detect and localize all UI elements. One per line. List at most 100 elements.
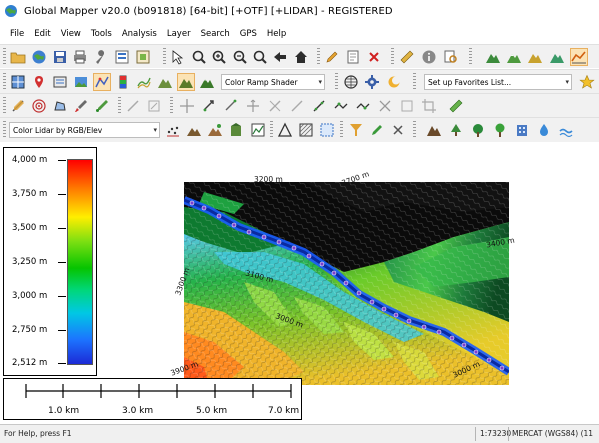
terrain-hillshade-button[interactable] <box>156 73 174 91</box>
search-button[interactable] <box>442 48 460 66</box>
align-tool-button[interactable] <box>398 97 416 115</box>
elevation-legend[interactable]: 4,000 m 3,750 m 3,500 m 3,250 m 3,000 m … <box>3 147 97 376</box>
toolbar-grip[interactable] <box>317 48 320 66</box>
toolbar-grip[interactable] <box>163 48 166 66</box>
shader-toggle-button[interactable] <box>177 73 195 91</box>
vertex-add-button[interactable] <box>332 97 350 115</box>
edit-attributes-button[interactable] <box>344 48 362 66</box>
day-night-button[interactable] <box>385 73 403 91</box>
round-tree-button[interactable] <box>491 121 509 139</box>
reshape-tool-button[interactable] <box>310 97 328 115</box>
open-data-online-button[interactable] <box>30 48 48 66</box>
terrain-brown-button[interactable] <box>425 121 443 139</box>
zoom-out-button[interactable] <box>231 48 249 66</box>
paint-tool-button[interactable] <box>72 97 90 115</box>
lidar-building-button[interactable] <box>227 121 245 139</box>
toolbar-grip[interactable] <box>469 48 472 66</box>
favorites-select[interactable]: Set up Favorites List... ▾ <box>424 74 572 90</box>
rotate-tool-button[interactable] <box>200 97 218 115</box>
join-tool-button[interactable] <box>288 97 306 115</box>
menu-help[interactable]: Help <box>267 29 286 39</box>
waterline-button[interactable] <box>557 121 575 139</box>
menu-view[interactable]: View <box>61 29 81 39</box>
target-tool-button[interactable] <box>30 97 48 115</box>
zoom-to-extents-button[interactable] <box>251 48 269 66</box>
back-button[interactable] <box>271 48 289 66</box>
vegetation-button[interactable] <box>447 121 465 139</box>
area-tool-button[interactable] <box>51 97 69 115</box>
toolbar-grip[interactable] <box>413 73 416 91</box>
point-tool-button[interactable] <box>30 73 48 91</box>
triangle-tool-button[interactable] <box>276 121 294 139</box>
toolbar-grip[interactable] <box>3 48 6 66</box>
projection-settings-button[interactable] <box>363 73 381 91</box>
menu-gps[interactable]: GPS <box>240 29 257 39</box>
lidar-color-select[interactable]: Color Lidar by RGB/Elev ▾ <box>9 122 160 138</box>
vector-layer-button[interactable] <box>9 73 27 91</box>
shader-select[interactable]: Color Ramp Shader ▾ <box>221 74 325 90</box>
vertex-delete-button[interactable] <box>354 97 372 115</box>
terrain-map[interactable] <box>184 182 509 385</box>
menu-layer[interactable]: Layer <box>167 29 191 39</box>
menu-edit[interactable]: Edit <box>34 29 50 39</box>
terrain-3d-button[interactable] <box>484 48 502 66</box>
map-grid-button[interactable] <box>342 73 360 91</box>
edit-vertices-button[interactable] <box>145 97 163 115</box>
path-profile-button[interactable] <box>570 48 588 66</box>
toolbar-grip[interactable] <box>413 121 416 139</box>
toolbar-grip[interactable] <box>3 121 6 139</box>
toolbar-grip[interactable] <box>335 73 338 91</box>
measure-button[interactable] <box>398 48 416 66</box>
image-layer-button[interactable] <box>72 73 90 91</box>
smooth-line-button[interactable] <box>124 97 142 115</box>
digitizer-edit-button[interactable] <box>323 48 341 66</box>
menu-tools[interactable]: Tools <box>91 29 112 39</box>
lidar-profile-button[interactable] <box>249 121 267 139</box>
terrain-layer-button[interactable] <box>526 48 544 66</box>
lidar-ground-button[interactable] <box>185 121 203 139</box>
lidar-classify-button[interactable] <box>164 121 182 139</box>
elevation-grid-button[interactable] <box>198 73 216 91</box>
zoom-tool-button[interactable] <box>190 48 208 66</box>
menu-file[interactable]: File <box>10 29 24 39</box>
toolbar-grip[interactable] <box>3 73 6 91</box>
selection-box-button[interactable] <box>318 121 336 139</box>
spray-tool-button[interactable] <box>93 97 111 115</box>
tree-button[interactable] <box>469 121 487 139</box>
elevation-legend-button[interactable] <box>114 73 132 91</box>
crop-tool-button[interactable] <box>420 97 438 115</box>
toolbar-grip[interactable] <box>340 121 343 139</box>
toolbar-grip[interactable] <box>118 97 121 115</box>
favorites-star-button[interactable] <box>578 73 596 91</box>
toolbar-grip[interactable] <box>170 97 173 115</box>
lidar-filter-funnel-button[interactable] <box>347 121 365 139</box>
toolbar-grip[interactable] <box>3 97 6 115</box>
menu-search[interactable]: Search <box>201 29 230 39</box>
configure-button[interactable] <box>92 48 110 66</box>
building-extract-button[interactable] <box>513 121 531 139</box>
water-drop-button[interactable] <box>535 121 553 139</box>
menu-analysis[interactable]: Analysis <box>122 29 157 39</box>
open-folder-button[interactable] <box>9 48 27 66</box>
split-tool-button[interactable] <box>266 97 284 115</box>
feature-info-button[interactable] <box>420 48 438 66</box>
terrain-paths-button[interactable] <box>548 48 566 66</box>
lidar-delete-button[interactable] <box>389 121 407 139</box>
lidar-view-button[interactable] <box>93 73 111 91</box>
toolbar-grip[interactable] <box>391 48 394 66</box>
print-button[interactable] <box>71 48 89 66</box>
snap-tool-button[interactable] <box>376 97 394 115</box>
raster-tool-button[interactable] <box>51 73 69 91</box>
save-button[interactable] <box>51 48 69 66</box>
line-tool-button[interactable] <box>9 97 27 115</box>
toolbar-grip[interactable] <box>270 121 273 139</box>
full-view-button[interactable] <box>292 48 310 66</box>
lidar-edit-button[interactable] <box>368 121 386 139</box>
digitizer-select-button[interactable] <box>169 48 187 66</box>
delete-features-button[interactable] <box>365 48 383 66</box>
scale-bar[interactable]: 1.0 km 3.0 km 5.0 km 7.0 km <box>3 378 302 420</box>
lidar-filter-button[interactable] <box>206 121 224 139</box>
scale-tool-button[interactable] <box>222 97 240 115</box>
terrain-shade-button[interactable] <box>505 48 523 66</box>
ruler-tool-button[interactable] <box>447 97 465 115</box>
